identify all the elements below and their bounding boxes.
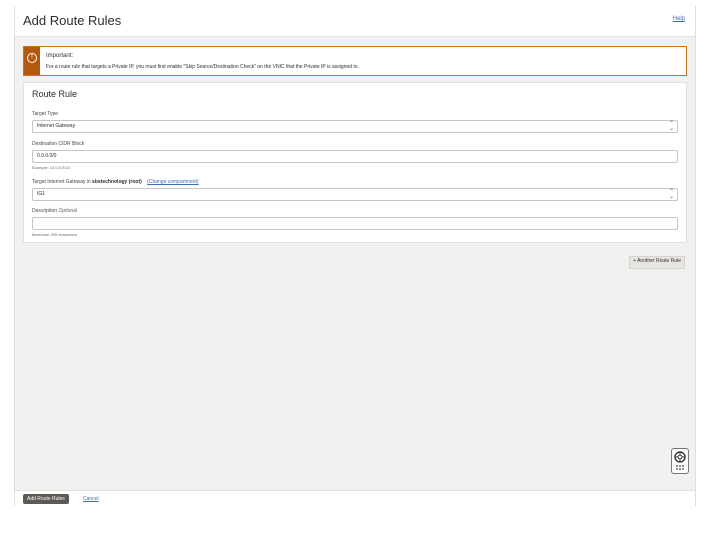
help-widget-button[interactable] <box>671 448 689 474</box>
target-type-value: Internet Gateway <box>37 123 76 129</box>
target-gateway-select[interactable]: IG1 ⌃ ⌄ <box>32 188 678 201</box>
target-type-select[interactable]: Internet Gateway ⌃ ⌄ <box>32 120 678 133</box>
lifebuoy-icon <box>674 451 686 470</box>
destination-cidr-hint: Example: 10.0.0.0/24 <box>32 165 70 170</box>
page-title: Add Route Rules <box>23 13 122 28</box>
cancel-link[interactable]: Cancel <box>83 496 99 502</box>
add-another-route-rule-button[interactable]: + Another Route Rule <box>629 256 685 269</box>
change-compartment-link[interactable]: (Change compartment) <box>147 179 198 185</box>
important-alert: ! Important: For a route rule that targe… <box>23 46 687 76</box>
panel-footer: Add Route Rules Cancel <box>15 490 695 507</box>
description-label: Description Optional <box>32 208 77 214</box>
destination-cidr-label: Destination CIDR Block <box>32 141 85 147</box>
alert-body: For a route rule that targets a Private … <box>46 64 359 70</box>
select-updown-icon: ⌃ ⌄ <box>669 189 675 200</box>
target-gateway-label-prefix: Target Internet Gateway in <box>32 179 91 185</box>
description-label-text: Description <box>32 208 58 214</box>
destination-cidr-value: 0.0.0.0/0 <box>37 153 57 159</box>
description-hint: Maximum 255 characters <box>32 232 77 237</box>
destination-cidr-input[interactable]: 0.0.0.0/0 <box>32 150 678 163</box>
target-gateway-value: IG1 <box>37 191 46 197</box>
target-gateway-label: Target Internet Gateway in sbstechnology… <box>32 179 199 185</box>
add-route-rules-button[interactable]: Add Route Rules <box>23 494 69 504</box>
alert-accent-bar: ! <box>24 47 40 75</box>
alert-title: Important: <box>46 53 74 59</box>
description-input[interactable] <box>32 217 678 230</box>
route-rule-title: Route Rule <box>32 89 78 99</box>
optional-tag: Optional <box>58 208 78 214</box>
help-link[interactable]: Help <box>673 16 685 22</box>
info-icon: ! <box>27 53 37 63</box>
panel-header: Add Route Rules Help <box>15 6 695 37</box>
route-rule-card: Route Rule Target Type Internet Gateway … <box>23 82 687 243</box>
add-route-rules-panel: Add Route Rules Help ! Important: For a … <box>14 6 696 507</box>
target-type-label: Target Type <box>32 111 59 117</box>
compartment-name: sbstechnology (root) <box>92 179 142 185</box>
select-updown-icon: ⌃ ⌄ <box>669 121 675 132</box>
